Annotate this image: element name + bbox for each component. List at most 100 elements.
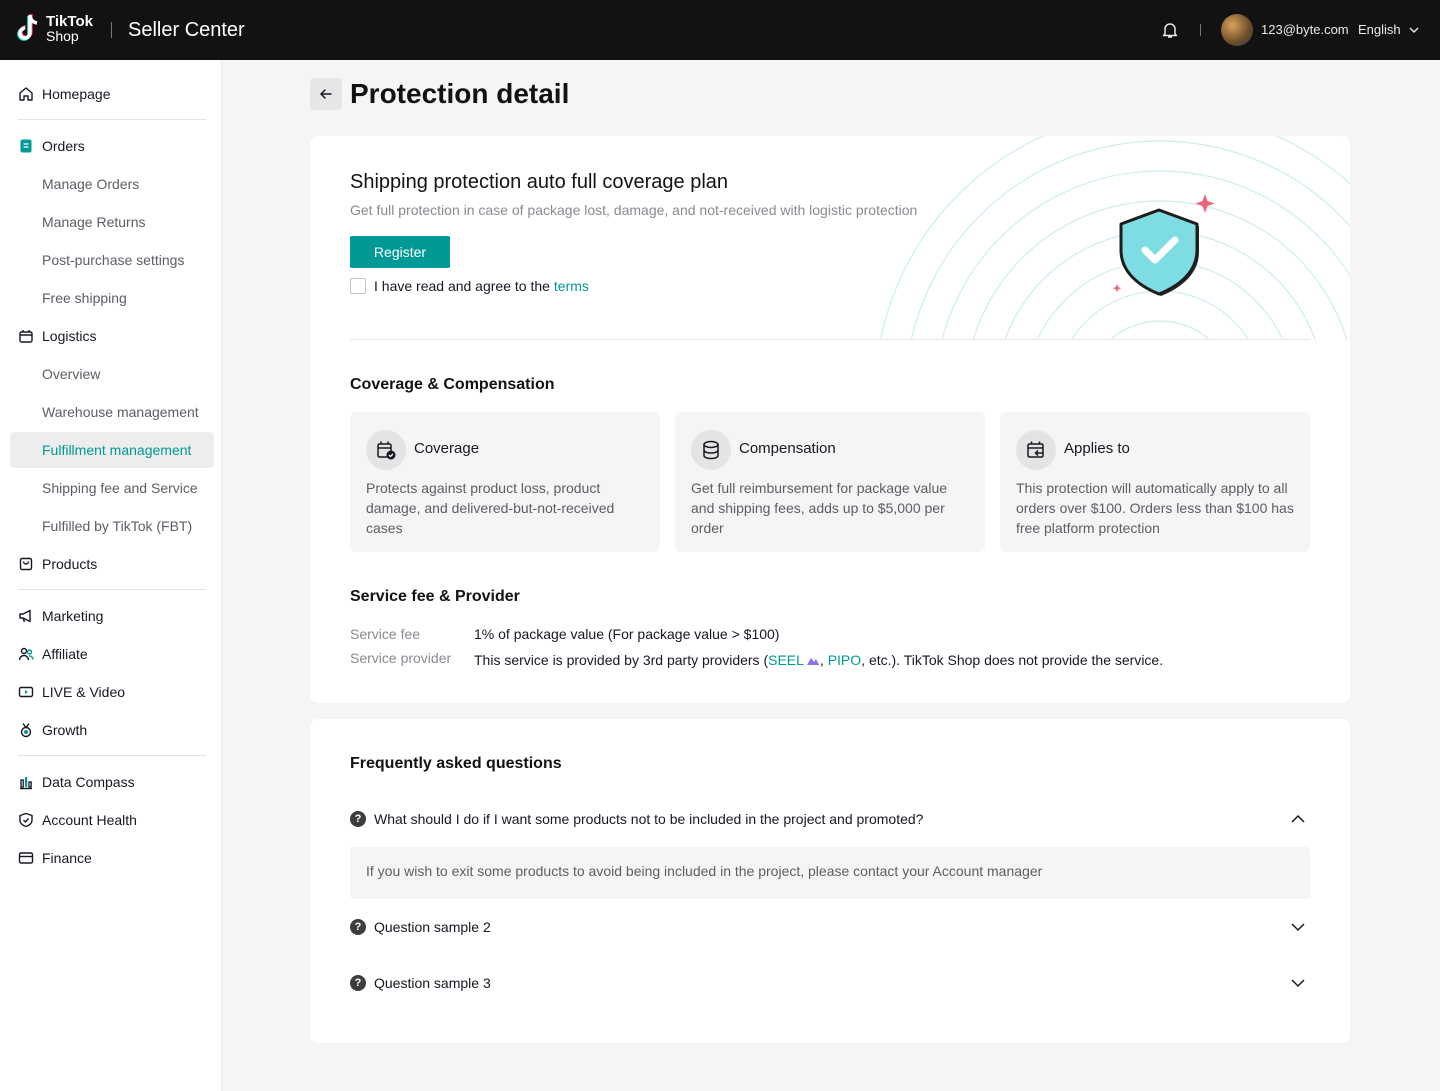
products-icon bbox=[18, 556, 34, 572]
sidebar-item-fbt[interactable]: Fulfilled by TikTok (FBT) bbox=[10, 508, 214, 544]
sidebar-label: Logistics bbox=[42, 328, 97, 344]
question-icon: ? bbox=[350, 811, 366, 827]
terms-link[interactable]: terms bbox=[554, 278, 589, 294]
sidebar-label: Homepage bbox=[42, 86, 111, 102]
top-divider bbox=[1200, 24, 1201, 36]
logistics-icon bbox=[18, 328, 34, 344]
medal-icon bbox=[18, 722, 34, 738]
coins-icon bbox=[691, 430, 731, 470]
wallet-icon bbox=[18, 850, 34, 866]
service-provider-value: This service is provided by 3rd party pr… bbox=[474, 652, 1163, 668]
top-bar: TikTok Shop Seller Center 123@byte.com E… bbox=[0, 0, 1440, 60]
sidebar-item-manage-orders[interactable]: Manage Orders bbox=[10, 166, 214, 202]
users-icon bbox=[18, 646, 34, 662]
tiktok-shop-logo[interactable]: TikTok Shop bbox=[16, 13, 93, 45]
provider-suffix: , etc.). TikTok Shop does not provide th… bbox=[861, 652, 1164, 668]
home-icon bbox=[18, 86, 34, 102]
feature-title: Applies to bbox=[1064, 440, 1130, 457]
orders-icon bbox=[18, 138, 34, 154]
sidebar-item-finance[interactable]: Finance bbox=[10, 840, 214, 876]
video-icon bbox=[18, 684, 34, 700]
applies-to-feature-card: Applies to This protection will automati… bbox=[1000, 412, 1310, 552]
sidebar-item-overview[interactable]: Overview bbox=[10, 356, 214, 392]
faq-card: Frequently asked questions ? What should… bbox=[310, 719, 1350, 1043]
sidebar-item-live-video[interactable]: LIVE & Video bbox=[10, 674, 214, 710]
feature-title: Coverage bbox=[414, 440, 480, 457]
sidebar: Homepage Orders Manage Orders Manage Ret… bbox=[0, 60, 222, 1091]
sidebar-item-manage-returns[interactable]: Manage Returns bbox=[10, 204, 214, 240]
coverage-section-title: Coverage & Compensation bbox=[350, 376, 555, 393]
user-email[interactable]: 123@byte.com bbox=[1261, 22, 1349, 37]
faq-question-1[interactable]: ? What should I do if I want some produc… bbox=[350, 807, 1310, 831]
tiktok-logo-icon bbox=[16, 13, 42, 45]
faq-question-text: Question sample 3 bbox=[374, 975, 491, 991]
package-return-icon bbox=[1016, 430, 1056, 470]
back-button[interactable] bbox=[310, 78, 342, 110]
sidebar-label: Finance bbox=[42, 850, 92, 866]
agree-checkbox[interactable] bbox=[350, 278, 366, 294]
protection-plan-card: Shipping protection auto full coverage p… bbox=[310, 136, 1350, 703]
faq-question-2[interactable]: ? Question sample 2 bbox=[350, 915, 1310, 939]
sidebar-item-warehouse[interactable]: Warehouse management bbox=[10, 394, 214, 430]
agree-text: I have read and agree to the bbox=[374, 278, 550, 294]
sidebar-item-post-purchase[interactable]: Post-purchase settings bbox=[10, 242, 214, 278]
sidebar-item-fulfillment[interactable]: Fulfillment management bbox=[10, 432, 214, 468]
avatar[interactable] bbox=[1221, 14, 1253, 46]
service-fee-value: 1% of package value (For package value >… bbox=[474, 626, 780, 642]
chevron-down-icon bbox=[1409, 27, 1419, 33]
faq-question-3[interactable]: ? Question sample 3 bbox=[350, 971, 1310, 995]
language-select[interactable]: English bbox=[1358, 22, 1419, 37]
logo-divider bbox=[111, 22, 112, 38]
plan-title: Shipping protection auto full coverage p… bbox=[350, 171, 729, 193]
sidebar-item-account-health[interactable]: Account Health bbox=[10, 802, 214, 838]
sidebar-divider bbox=[18, 589, 206, 590]
sidebar-label: Data Compass bbox=[42, 774, 135, 790]
chevron-up-icon bbox=[1291, 814, 1305, 823]
seel-link[interactable]: SEEL bbox=[768, 652, 804, 668]
service-fee-label: Service fee bbox=[350, 626, 421, 642]
sidebar-item-orders[interactable]: Orders bbox=[10, 128, 214, 164]
faq-title: Frequently asked questions bbox=[350, 755, 562, 772]
sidebar-item-shipping-fee[interactable]: Shipping fee and Service bbox=[10, 470, 214, 506]
megaphone-icon bbox=[18, 608, 34, 624]
sidebar-label: Account Health bbox=[42, 812, 137, 828]
sidebar-item-affiliate[interactable]: Affiliate bbox=[10, 636, 214, 672]
arrow-left-icon bbox=[320, 89, 332, 99]
chevron-down-icon bbox=[1291, 923, 1305, 932]
bell-icon[interactable] bbox=[1160, 20, 1180, 40]
compensation-feature-card: Compensation Get full reimbursement for … bbox=[675, 412, 985, 552]
sidebar-item-data-compass[interactable]: Data Compass bbox=[10, 764, 214, 800]
provider-prefix: This service is provided by 3rd party pr… bbox=[474, 652, 769, 668]
sidebar-item-free-shipping[interactable]: Free shipping bbox=[10, 280, 214, 316]
logo-line2: Shop bbox=[46, 28, 79, 44]
question-icon: ? bbox=[350, 975, 366, 991]
sidebar-label: Orders bbox=[42, 138, 85, 154]
logo-text: TikTok Shop bbox=[46, 14, 93, 44]
sidebar-item-homepage[interactable]: Homepage bbox=[10, 76, 214, 112]
sidebar-item-products[interactable]: Products bbox=[10, 546, 214, 582]
sidebar-divider bbox=[18, 119, 206, 120]
terms-agreement: I have read and agree to the terms bbox=[350, 278, 589, 294]
register-button[interactable]: Register bbox=[350, 236, 450, 268]
feature-description: This protection will automatically apply… bbox=[1016, 480, 1294, 536]
sidebar-label: Marketing bbox=[42, 608, 104, 624]
seel-logo-icon bbox=[806, 658, 819, 665]
feature-description: Protects against product loss, product d… bbox=[366, 480, 615, 536]
section-divider bbox=[350, 339, 1310, 340]
provider-comma: , bbox=[819, 652, 828, 668]
sidebar-item-growth[interactable]: Growth bbox=[10, 712, 214, 748]
pipo-link[interactable]: PIPO bbox=[828, 652, 861, 668]
sidebar-item-marketing[interactable]: Marketing bbox=[10, 598, 214, 634]
sidebar-label: Growth bbox=[42, 722, 88, 738]
plan-subtitle: Get full protection in case of package l… bbox=[350, 202, 918, 218]
sidebar-label: Affiliate bbox=[42, 646, 88, 662]
sidebar-divider bbox=[18, 755, 206, 756]
page-title: Protection detail bbox=[350, 78, 570, 109]
feature-description: Get full reimbursement for package value… bbox=[691, 480, 948, 536]
sidebar-item-logistics[interactable]: Logistics bbox=[10, 318, 214, 354]
feature-title: Compensation bbox=[739, 440, 836, 457]
service-section-title: Service fee & Provider bbox=[350, 588, 520, 605]
faq-question-text: What should I do if I want some products… bbox=[374, 811, 924, 827]
service-provider-label: Service provider bbox=[350, 650, 452, 666]
question-icon: ? bbox=[350, 919, 366, 935]
